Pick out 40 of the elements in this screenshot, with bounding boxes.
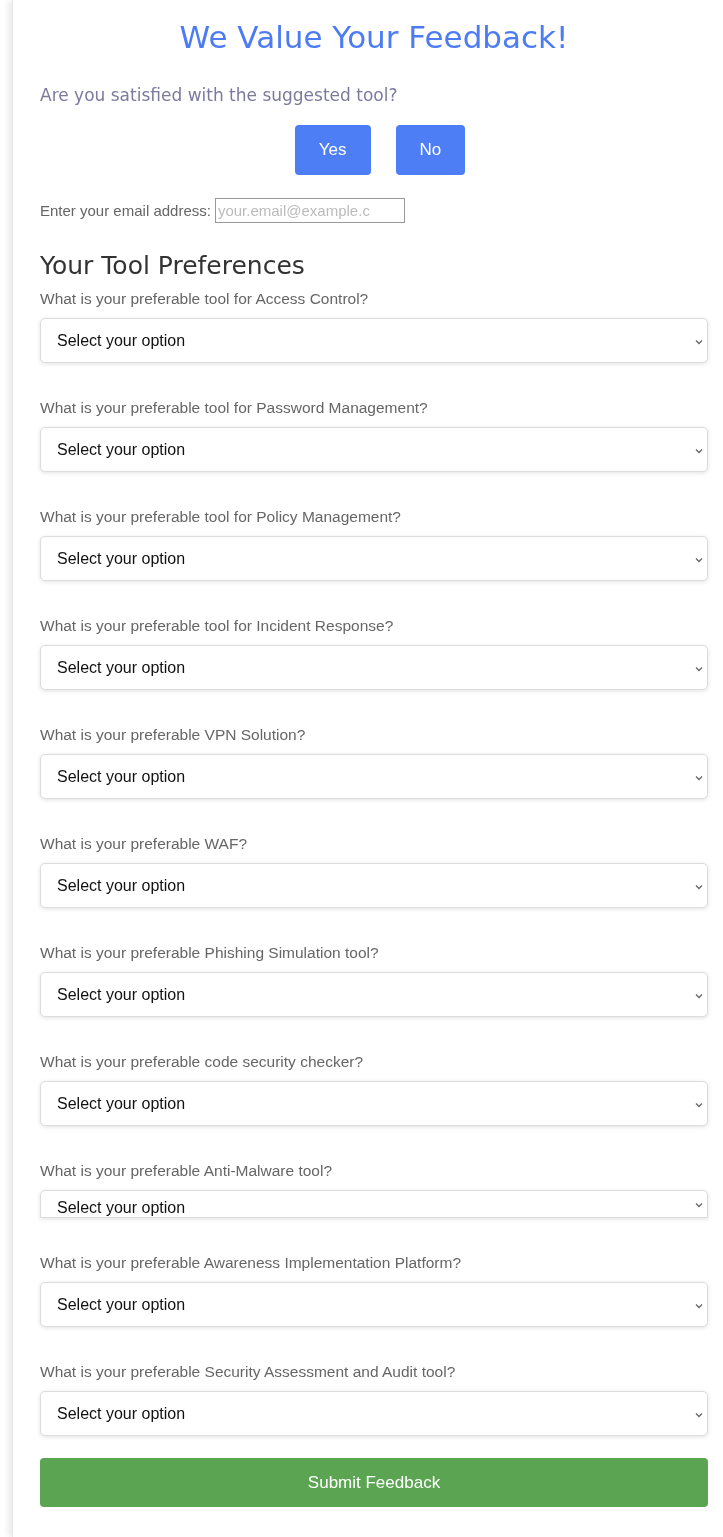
option-select[interactable]: Select your option <box>40 318 708 363</box>
question-label: What is your preferable tool for Access Control? <box>40 289 370 309</box>
page-title: We Value Your Feedback! <box>178 18 570 57</box>
question-label: What is your preferable Awareness Implementation Platform? <box>40 1253 462 1273</box>
question-label: What is your preferable Anti-Malware tool? <box>40 1161 334 1181</box>
question-label: What is your preferable tool for Password Management? <box>40 398 429 418</box>
option-select[interactable]: Select your option <box>40 863 708 908</box>
option-select[interactable]: Select your option <box>40 1282 708 1327</box>
option-select[interactable]: Select your option <box>40 427 708 472</box>
chevron-icon <box>695 447 703 454</box>
option-select[interactable]: Select your option <box>40 536 708 581</box>
chevron-icon <box>695 556 703 563</box>
chevron-icon <box>695 1202 703 1208</box>
option-select[interactable]: Select your option <box>40 1081 708 1126</box>
chevron-icon <box>695 338 703 345</box>
chevron-icon <box>695 1411 703 1418</box>
option-select[interactable]: Select your option <box>40 972 708 1017</box>
yes-button[interactable]: Yes <box>294 125 371 175</box>
email-label: Enter your email address: <box>40 202 211 219</box>
email-field[interactable]: your.email@example.c <box>214 198 405 223</box>
option-select[interactable]: Select your option <box>40 754 708 799</box>
chevron-icon <box>695 774 703 781</box>
option-select[interactable]: Select your option <box>40 1190 708 1218</box>
option-select[interactable]: Select your option <box>40 645 708 690</box>
chevron-icon <box>695 665 703 672</box>
section-heading: Your Tool Preferences <box>40 250 306 282</box>
option-select[interactable]: Select your option <box>40 1391 708 1436</box>
chevron-icon <box>695 883 703 890</box>
question-label: What is your preferable Phishing Simulation tool? <box>40 943 380 963</box>
question-label: What is your preferable tool for Incident Response? <box>40 616 395 636</box>
chevron-icon <box>695 992 703 999</box>
chevron-icon <box>695 1101 703 1108</box>
question-label: What is your preferable tool for Policy Management? <box>40 507 402 527</box>
no-button[interactable]: No <box>395 125 466 175</box>
question-label: What is your preferable code security checker? <box>40 1052 365 1072</box>
question-label: What is your preferable Security Assessment and Audit tool? <box>40 1362 457 1382</box>
question-label: What is your preferable WAF? <box>40 834 249 854</box>
chevron-icon <box>695 1302 703 1309</box>
question-label: What is your preferable VPN Solution? <box>40 725 307 745</box>
satisfaction-question: Are you satisfied with the suggested tool? <box>40 84 399 106</box>
